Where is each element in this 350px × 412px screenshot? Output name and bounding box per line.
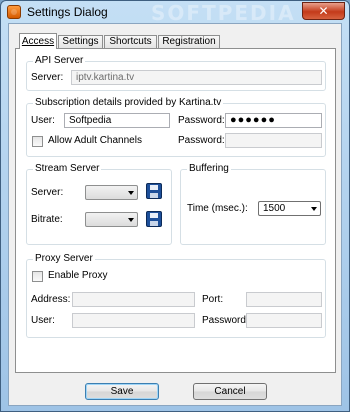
buffering-group-label: Buffering bbox=[187, 163, 231, 174]
adult-password-label: Password: bbox=[178, 135, 225, 146]
buffering-group: Buffering Time (msec.): 1500 bbox=[180, 163, 326, 245]
subscription-group-label: Subscription details provided by Kartina… bbox=[33, 97, 224, 108]
stream-server-group: Stream Server Server: Bitrate: bbox=[26, 163, 172, 245]
bitrate-label: Bitrate: bbox=[31, 214, 63, 225]
cancel-button[interactable]: Cancel bbox=[193, 383, 267, 400]
allow-adult-checkbox[interactable] bbox=[32, 136, 43, 147]
proxy-port-label: Port: bbox=[202, 294, 224, 305]
save-bitrate-icon[interactable] bbox=[146, 211, 162, 227]
api-server-input[interactable]: iptv.kartina.tv bbox=[71, 70, 322, 85]
proxy-user-input[interactable] bbox=[72, 313, 195, 328]
proxy-password-label: Password: bbox=[202, 315, 249, 326]
proxy-server-group: Proxy Server Enable Proxy Address: Port:… bbox=[26, 253, 326, 338]
title-bar[interactable]: Settings Dialog SOFTPEDIA ✕ bbox=[1, 1, 349, 25]
proxy-server-group-label: Proxy Server bbox=[33, 253, 95, 264]
proxy-address-input[interactable] bbox=[72, 292, 195, 307]
api-server-label: Server: bbox=[31, 72, 64, 83]
proxy-password-input[interactable] bbox=[246, 313, 322, 328]
enable-proxy-label[interactable]: Enable Proxy bbox=[48, 270, 107, 281]
api-server-group-label: API Server bbox=[33, 55, 86, 66]
user-input[interactable]: Softpedia bbox=[64, 113, 170, 128]
subscription-group: Subscription details provided by Kartina… bbox=[26, 97, 326, 157]
tab-registration[interactable]: Registration bbox=[158, 35, 220, 48]
password-label: Password: bbox=[178, 115, 225, 126]
save-server-icon[interactable] bbox=[146, 183, 162, 199]
chevron-down-icon bbox=[128, 191, 134, 195]
chevron-down-icon bbox=[128, 218, 134, 222]
access-tab-panel: API Server Server: iptv.kartina.tv Subsc… bbox=[15, 48, 336, 373]
save-button[interactable]: Save bbox=[85, 383, 159, 400]
stream-server-label: Server: bbox=[31, 187, 64, 198]
tab-shortcuts[interactable]: Shortcuts bbox=[104, 35, 157, 48]
chevron-down-icon bbox=[311, 207, 317, 211]
buffer-time-select[interactable]: 1500 bbox=[258, 201, 321, 216]
user-label: User: bbox=[31, 115, 55, 126]
window-title: Settings Dialog bbox=[27, 5, 108, 19]
adult-password-input[interactable] bbox=[225, 133, 322, 148]
watermark: SOFTPEDIA bbox=[151, 1, 296, 25]
buffer-time-label: Time (msec.): bbox=[187, 203, 248, 214]
settings-window: Settings Dialog SOFTPEDIA ✕ Access Setti… bbox=[0, 0, 350, 412]
app-icon bbox=[7, 5, 21, 19]
allow-adult-label[interactable]: Allow Adult Channels bbox=[48, 135, 142, 146]
api-server-group: API Server Server: iptv.kartina.tv bbox=[26, 55, 326, 91]
tab-access[interactable]: Access bbox=[19, 33, 57, 49]
proxy-user-label: User: bbox=[31, 315, 55, 326]
stream-server-group-label: Stream Server bbox=[33, 163, 102, 174]
tab-settings[interactable]: Settings bbox=[58, 35, 103, 48]
proxy-address-label: Address: bbox=[31, 294, 71, 305]
enable-proxy-checkbox[interactable] bbox=[32, 271, 43, 282]
close-button[interactable]: ✕ bbox=[302, 2, 345, 20]
proxy-port-input[interactable] bbox=[246, 292, 322, 307]
password-input[interactable]: ●●●●●● bbox=[225, 113, 322, 128]
stream-server-select[interactable] bbox=[85, 185, 138, 200]
bitrate-select[interactable] bbox=[85, 212, 138, 227]
dialog-client-area: Access Settings Shortcuts Registration A… bbox=[8, 23, 342, 406]
